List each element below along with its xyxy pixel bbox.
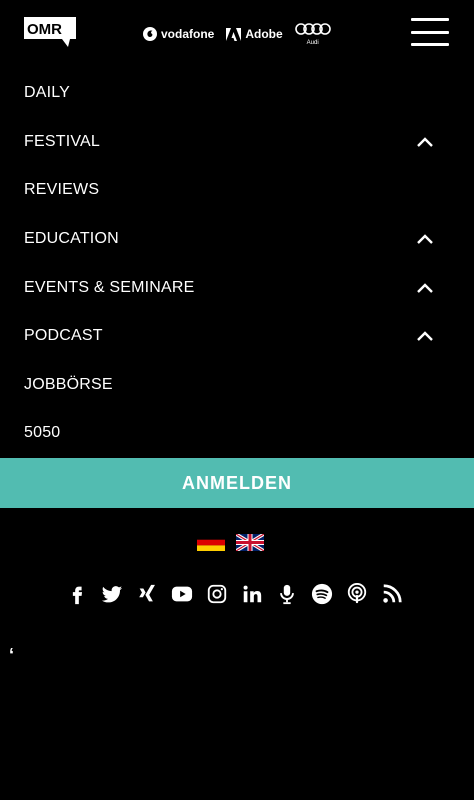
nav-item-education[interactable]: EDUCATION [0,215,474,264]
header: OMR vodafone Adobe Audi [0,0,474,66]
chevron-up-icon[interactable] [416,282,434,294]
german-flag-icon[interactable] [197,534,225,551]
omr-logo[interactable]: OMR [24,17,76,47]
uk-flag-icon[interactable] [236,534,264,551]
nav-item-5050[interactable]: 5050 [0,409,474,458]
nav-item-jobboerse[interactable]: JOBBÖRSE [0,361,474,410]
facebook-icon[interactable] [66,582,88,606]
nav-item-festival[interactable]: FESTIVAL [0,118,474,167]
twitter-icon[interactable] [101,582,123,606]
spotify-icon[interactable] [311,582,333,606]
podcast-icon[interactable] [346,582,368,606]
chevron-up-icon[interactable] [416,233,434,245]
nav-item-podcast[interactable]: PODCAST [0,312,474,361]
audi-rings-icon [294,22,331,35]
menu-toggle-button[interactable] [411,18,449,46]
youtube-icon[interactable] [171,582,193,606]
main-navigation: DAILY FESTIVAL REVIEWS EDUCATION EVENTS … [0,69,474,458]
quote-mark: ‘ [9,645,15,665]
adobe-icon [226,27,242,41]
hamburger-line [411,18,449,21]
audi-logo: Audi [294,22,331,46]
linkedin-icon[interactable] [241,582,263,606]
anmelden-button[interactable]: ANMELDEN [0,458,474,508]
xing-icon[interactable] [136,582,158,606]
svg-text:OMR: OMR [27,21,62,38]
language-switcher [197,534,264,551]
nav-item-reviews[interactable]: REVIEWS [0,166,474,215]
nav-item-events-seminare[interactable]: EVENTS & SEMINARE [0,263,474,312]
rss-icon[interactable] [381,582,403,606]
instagram-icon[interactable] [206,582,228,606]
microphone-icon[interactable] [276,582,298,606]
vodafone-icon [143,27,157,41]
vodafone-logo: vodafone [143,27,214,41]
chevron-up-icon[interactable] [416,330,434,342]
social-links [66,582,403,606]
nav-item-daily[interactable]: DAILY [0,69,474,118]
hamburger-line [411,43,449,46]
adobe-logo: Adobe [226,27,283,41]
chevron-up-icon[interactable] [416,136,434,148]
hamburger-line [411,30,449,34]
sponsor-logos: vodafone Adobe Audi [143,22,331,46]
